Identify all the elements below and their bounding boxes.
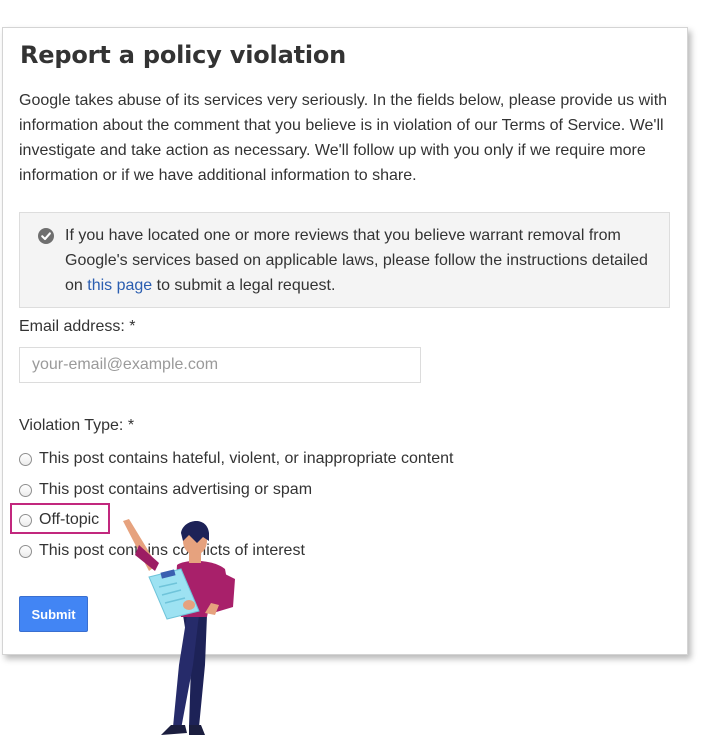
off-topic-highlight-box: [10, 503, 110, 534]
violation-option-spam[interactable]: This post contains advertising or spam: [19, 480, 312, 500]
violation-option-label: This post contains advertising or spam: [39, 481, 313, 498]
radio-button[interactable]: [19, 452, 32, 466]
submit-button[interactable]: Submit: [19, 596, 88, 632]
check-circle-icon: [38, 228, 54, 244]
violation-option-hateful[interactable]: This post contains hateful, violent, or …: [19, 449, 453, 469]
page-title: Report a policy violation: [20, 41, 347, 69]
radio-button[interactable]: [19, 544, 32, 558]
violation-type-label: Violation Type: *: [19, 417, 135, 434]
email-label: Email address: *: [19, 318, 136, 335]
violation-option-label: This post contains hateful, violent, or …: [39, 450, 454, 467]
legal-notice-text: If you have located one or more reviews …: [65, 227, 648, 294]
email-field[interactable]: [19, 347, 421, 383]
legal-request-link[interactable]: this page: [87, 277, 152, 294]
report-form-card: Report a policy violation Google takes a…: [2, 27, 688, 655]
intro-text: Google takes abuse of its services very …: [19, 92, 668, 184]
legal-notice-box: If you have located one or more reviews …: [19, 212, 670, 308]
person-with-clipboard-illustration: [123, 519, 235, 735]
radio-button[interactable]: [19, 483, 32, 497]
